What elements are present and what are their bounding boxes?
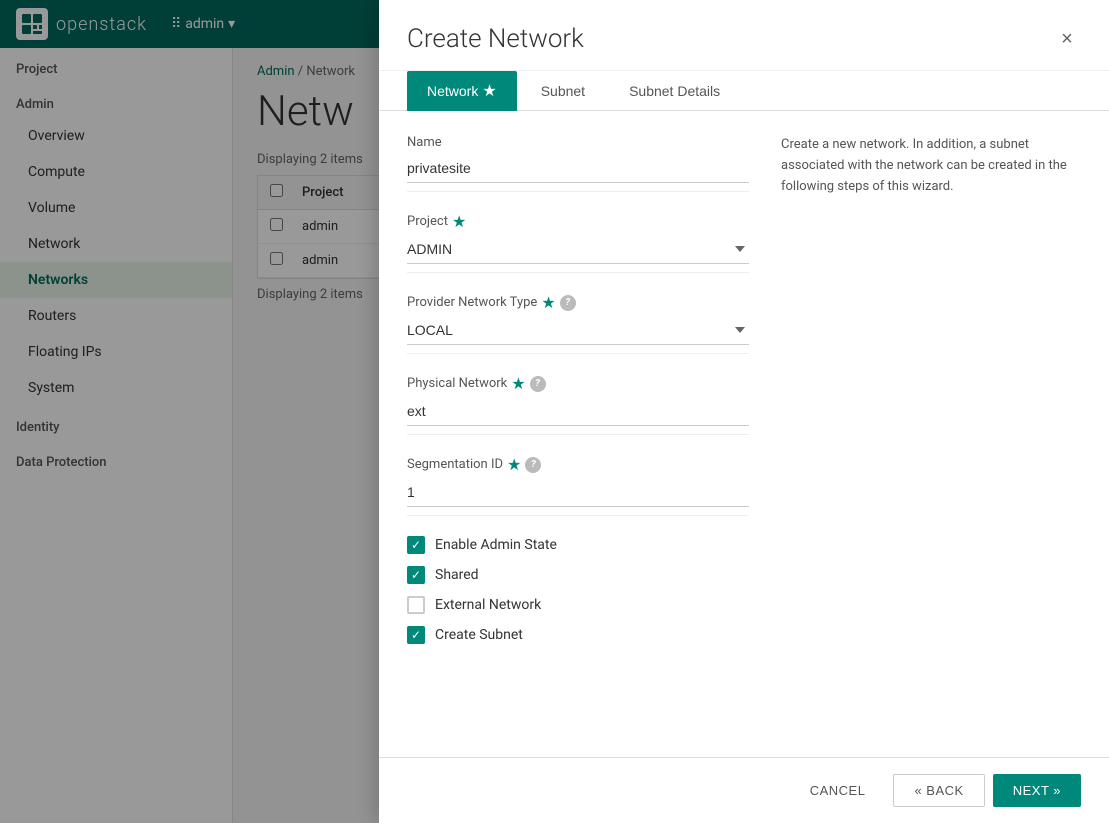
modal-header: Create Network × <box>379 0 1109 71</box>
next-button[interactable]: NEXT » <box>993 774 1081 807</box>
tab-subnet-details[interactable]: Subnet Details <box>609 71 740 111</box>
shared-checkbox[interactable] <box>407 566 425 584</box>
checkbox-group-external-network: External Network <box>407 596 749 614</box>
external-network-label: External Network <box>435 597 541 613</box>
tab-network-label: Network <box>427 83 478 99</box>
name-input[interactable] <box>407 154 749 183</box>
modal-body: Name Project ★ ADMIN demo <box>379 111 1109 757</box>
physical-network-label: Physical Network ★ ? <box>407 374 749 393</box>
tab-network[interactable]: Network★ <box>407 71 517 111</box>
cancel-button[interactable]: CANCEL <box>790 774 886 807</box>
back-button[interactable]: « BACK <box>893 774 984 807</box>
physical-network-input[interactable] <box>407 397 749 426</box>
form-group-project: Project ★ ADMIN demo <box>407 212 749 273</box>
modal-form: Name Project ★ ADMIN demo <box>407 135 749 733</box>
create-network-modal: Create Network × Network★ Subnet Subnet … <box>379 0 1109 823</box>
tab-network-star: ★ <box>482 83 496 100</box>
enable-admin-state-label: Enable Admin State <box>435 537 557 553</box>
modal-info-text: Create a new network. In addition, a sub… <box>781 135 1081 733</box>
tab-subnet-label: Subnet <box>541 83 585 99</box>
segmentation-id-star: ★ <box>507 455 521 474</box>
tab-subnet-details-label: Subnet Details <box>629 83 720 99</box>
checkbox-group-enable-admin-state: Enable Admin State <box>407 536 749 554</box>
form-group-physical-network: Physical Network ★ ? <box>407 374 749 435</box>
form-group-provider-network-type: Provider Network Type ★ ? LOCAL FLAT VLA… <box>407 293 749 354</box>
name-label: Name <box>407 135 749 150</box>
segmentation-id-help-icon[interactable]: ? <box>525 457 541 473</box>
external-network-checkbox[interactable] <box>407 596 425 614</box>
form-group-segmentation-id: Segmentation ID ★ ? <box>407 455 749 516</box>
modal-footer: CANCEL « BACK NEXT » <box>379 757 1109 823</box>
provider-network-type-star: ★ <box>541 293 555 312</box>
enable-admin-state-checkbox[interactable] <box>407 536 425 554</box>
checkbox-group-create-subnet: Create Subnet <box>407 626 749 644</box>
shared-label: Shared <box>435 567 479 583</box>
project-required-star: ★ <box>452 212 466 231</box>
project-label: Project ★ <box>407 212 749 231</box>
checkbox-group-shared: Shared <box>407 566 749 584</box>
provider-network-type-label: Provider Network Type ★ ? <box>407 293 749 312</box>
physical-network-star: ★ <box>511 374 525 393</box>
segmentation-id-input[interactable] <box>407 478 749 507</box>
tab-subnet[interactable]: Subnet <box>521 71 605 111</box>
project-select[interactable]: ADMIN demo <box>407 235 749 264</box>
modal-overlay: Create Network × Network★ Subnet Subnet … <box>0 0 1109 823</box>
create-subnet-checkbox[interactable] <box>407 626 425 644</box>
modal-close-button[interactable]: × <box>1053 25 1081 53</box>
modal-title: Create Network <box>407 24 584 54</box>
provider-network-type-help-icon[interactable]: ? <box>560 295 576 311</box>
create-subnet-label: Create Subnet <box>435 627 523 643</box>
segmentation-id-label: Segmentation ID ★ ? <box>407 455 749 474</box>
provider-network-type-select[interactable]: LOCAL FLAT VLAN GRE VXLAN <box>407 316 749 345</box>
modal-tabs: Network★ Subnet Subnet Details <box>379 71 1109 111</box>
form-group-name: Name <box>407 135 749 192</box>
physical-network-help-icon[interactable]: ? <box>530 376 546 392</box>
